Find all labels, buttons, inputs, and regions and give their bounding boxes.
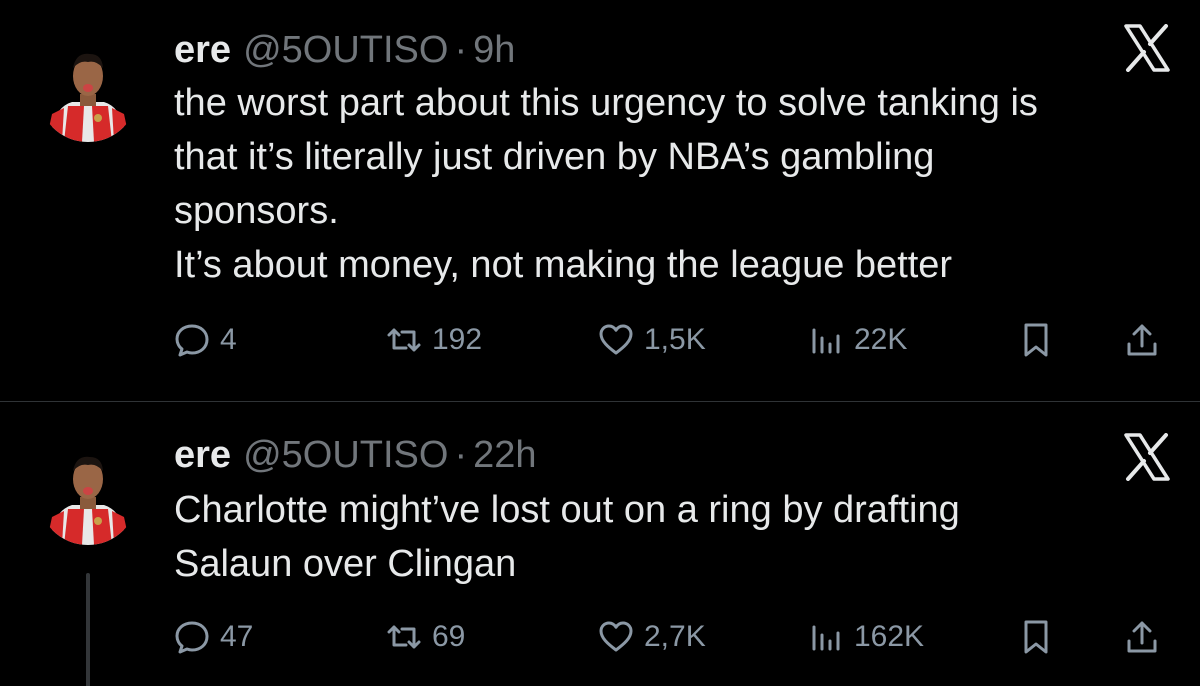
- tweet-text-line: that it’s literally just driven by NBA’s…: [174, 136, 935, 178]
- views-count: 162K: [854, 620, 925, 653]
- author-name[interactable]: ere: [174, 28, 231, 72]
- author-handle[interactable]: @5OUTISO: [243, 28, 448, 72]
- tweet-text-line: Charlotte might’ve lost out on a ring by…: [174, 489, 960, 531]
- author-avatar[interactable]: [38, 445, 138, 545]
- like-button[interactable]: 1,5K: [598, 318, 706, 362]
- bookmark-icon: [1018, 322, 1054, 358]
- reply-count: 4: [220, 323, 237, 356]
- views-chart-icon: [808, 322, 844, 358]
- thread-line: [86, 573, 90, 686]
- reply-count: 47: [220, 620, 254, 653]
- avatar-image: [38, 42, 138, 142]
- heart-icon: [598, 619, 634, 655]
- tweet-header: ere @5OUTISO · 9h: [174, 28, 515, 72]
- share-icon: [1124, 322, 1160, 358]
- reply-button[interactable]: 4: [174, 318, 237, 362]
- tweet-text-line: the worst part about this urgency to sol…: [174, 82, 1038, 124]
- reply-icon: [174, 619, 210, 655]
- share-icon: [1124, 619, 1160, 655]
- tweet-text-line: sponsors.: [174, 190, 339, 232]
- bookmark-button[interactable]: [1018, 318, 1054, 362]
- like-button[interactable]: 2,7K: [598, 615, 706, 659]
- tweet-text: the worst part about this urgency to sol…: [174, 76, 1164, 292]
- tweet-1[interactable]: ere @5OUTISO · 9h the worst part about t…: [0, 0, 1200, 402]
- x-logo-icon: [1122, 433, 1172, 481]
- like-count: 2,7K: [644, 620, 706, 653]
- views-button[interactable]: 22K: [808, 318, 907, 362]
- tweet-header: ere @5OUTISO · 22h: [174, 433, 537, 477]
- like-count: 1,5K: [644, 323, 706, 356]
- tweet-text-line: It’s about money, not making the league …: [174, 244, 953, 286]
- repost-count: 69: [432, 620, 466, 653]
- tweet-timestamp[interactable]: 9h: [473, 28, 515, 72]
- share-button[interactable]: [1124, 318, 1160, 362]
- separator-dot: ·: [454, 29, 468, 71]
- avatar-image: [38, 445, 138, 545]
- views-chart-icon: [808, 619, 844, 655]
- tweet-text-line: Salaun over Clingan: [174, 543, 517, 585]
- tweet-text: Charlotte might’ve lost out on a ring by…: [174, 483, 1164, 591]
- share-button[interactable]: [1124, 615, 1160, 659]
- tweet-actions: 47 69 2,7K 162K: [174, 615, 1174, 659]
- views-count: 22K: [854, 323, 908, 356]
- repost-count: 192: [432, 323, 483, 356]
- views-button[interactable]: 162K: [808, 615, 924, 659]
- tweet-feed: ere @5OUTISO · 9h the worst part about t…: [0, 0, 1200, 686]
- repost-icon: [386, 322, 422, 358]
- author-handle[interactable]: @5OUTISO: [243, 433, 448, 477]
- reply-button[interactable]: 47: [174, 615, 253, 659]
- bookmark-button[interactable]: [1018, 615, 1054, 659]
- repost-button[interactable]: 192: [386, 318, 482, 362]
- author-avatar[interactable]: [38, 42, 138, 142]
- x-logo-icon: [1122, 24, 1172, 72]
- tweet-actions: 4 192 1,5K 22K: [174, 318, 1174, 362]
- tweet-timestamp[interactable]: 22h: [473, 433, 536, 477]
- separator-dot: ·: [454, 434, 468, 476]
- tweet-2[interactable]: ere @5OUTISO · 22h Charlotte might’ve lo…: [0, 403, 1200, 686]
- author-name[interactable]: ere: [174, 433, 231, 477]
- reply-icon: [174, 322, 210, 358]
- heart-icon: [598, 322, 634, 358]
- repost-button[interactable]: 69: [386, 615, 465, 659]
- bookmark-icon: [1018, 619, 1054, 655]
- repost-icon: [386, 619, 422, 655]
